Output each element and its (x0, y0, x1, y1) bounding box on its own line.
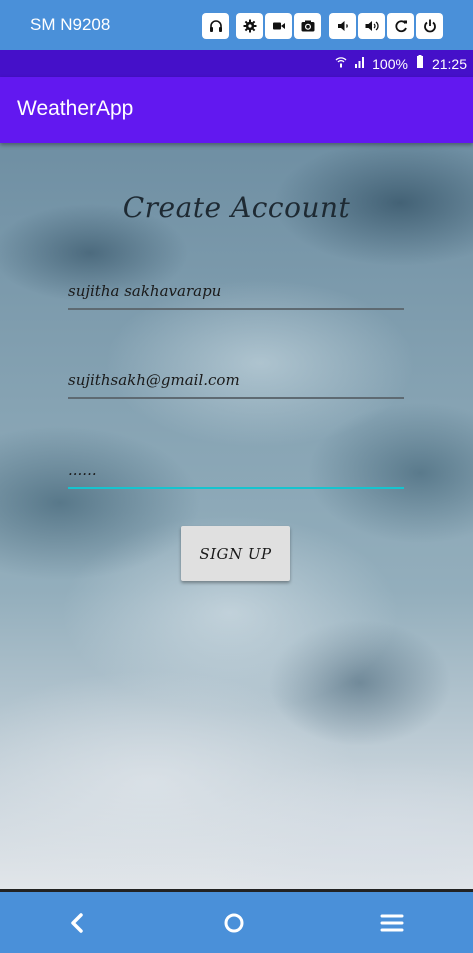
emulator-toolbar: SM N9208 (0, 0, 473, 50)
capture-group (236, 13, 321, 39)
email-field[interactable]: sujithsakh@gmail.com (68, 365, 404, 399)
wifi-calling-icon (334, 55, 348, 72)
volume-group (329, 13, 385, 39)
status-indicators: 100% 21:25 (334, 55, 467, 72)
app-title: WeatherApp (17, 97, 134, 120)
back-icon[interactable] (63, 908, 93, 938)
create-account-screen: Create Account sujitha sakhavarapu sujit… (0, 143, 473, 890)
volume-down-icon[interactable] (329, 13, 356, 39)
status-bar: 100% 21:25 (0, 50, 473, 77)
battery-icon (413, 55, 427, 72)
recents-menu-icon[interactable] (377, 908, 407, 938)
navigation-bar (0, 892, 473, 953)
camera-icon[interactable] (294, 13, 321, 39)
battery-percent: 100% (372, 55, 408, 72)
name-field[interactable]: sujitha sakhavarapu (68, 276, 404, 310)
video-camera-icon[interactable] (265, 13, 292, 39)
volume-up-icon[interactable] (358, 13, 385, 39)
device-name: SM N9208 (30, 15, 111, 34)
home-icon[interactable] (219, 908, 249, 938)
page-title: Create Account (122, 191, 351, 224)
password-field-value: ...... (68, 461, 97, 479)
app-bar: WeatherApp (0, 77, 473, 143)
gear-icon[interactable] (236, 13, 263, 39)
password-field[interactable]: ...... (68, 455, 404, 489)
name-field-value: sujitha sakhavarapu (68, 282, 222, 300)
rotate-icon[interactable] (387, 13, 414, 39)
audio-group (202, 13, 229, 39)
headphones-icon[interactable] (202, 13, 229, 39)
signup-button[interactable]: SIGN UP (181, 526, 290, 581)
system-group (387, 13, 443, 39)
email-field-value: sujithsakh@gmail.com (68, 371, 240, 389)
signal-icon (353, 55, 367, 72)
clock: 21:25 (431, 55, 467, 72)
power-icon[interactable] (416, 13, 443, 39)
